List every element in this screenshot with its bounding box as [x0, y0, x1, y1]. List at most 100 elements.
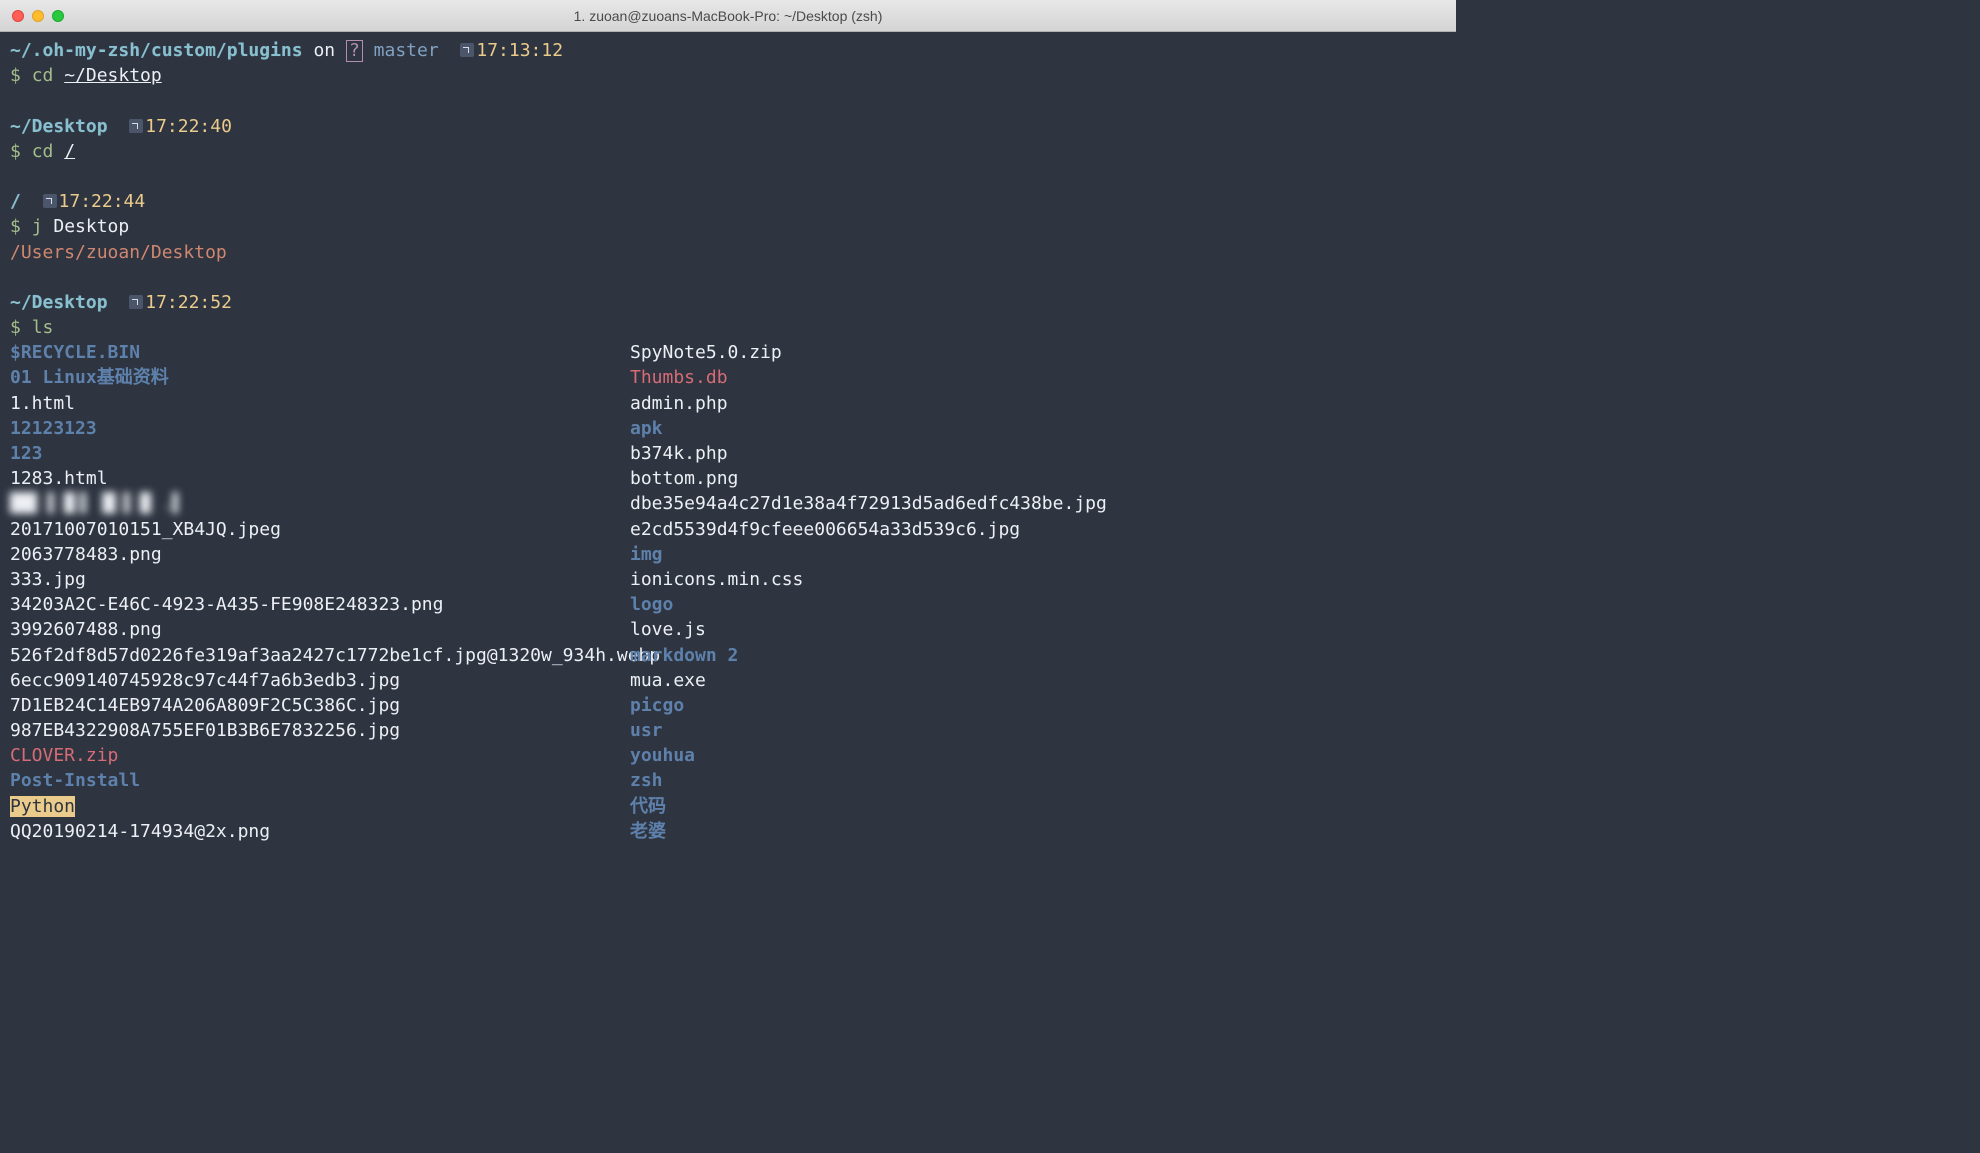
close-button[interactable] [12, 10, 24, 22]
file-name: ionicons.min.css [630, 569, 803, 590]
file-name: e2cd5539d4f9cfeee006654a33d539c6.jpg [630, 519, 1020, 540]
ls-entry: 01 Linux基础资料 [10, 365, 630, 390]
cwd-path: ~/Desktop [10, 292, 108, 313]
ls-entry: $RECYCLE.BIN [10, 340, 630, 365]
file-name: picgo [630, 695, 684, 716]
file-name: $RECYCLE.BIN [10, 342, 140, 363]
command: cd [32, 65, 65, 86]
prompt-line: ~/Desktop 17:22:40 [10, 114, 1446, 139]
timestamp: 17:22:52 [145, 292, 232, 313]
on-text: on [303, 40, 346, 61]
command: ls [32, 317, 54, 338]
file-name: 526f2df8d57d0226fe319af3aa2427c1772be1cf… [10, 645, 660, 666]
ls-entry: 7D1EB24C14EB974A206A809F2C5C386C.jpg [10, 693, 630, 718]
maximize-button[interactable] [52, 10, 64, 22]
ls-entry: dbe35e94a4c27d1e38a4f72913d5ad6edfc438be… [630, 491, 1446, 516]
command-output: /Users/zuoan/Desktop [10, 240, 1446, 265]
file-name: 20171007010151_XB4JQ.jpeg [10, 519, 281, 540]
file-name: mua.exe [630, 670, 706, 691]
file-name: apk [630, 418, 663, 439]
ls-entry: love.js [630, 617, 1446, 642]
ls-entry: 34203A2C-E46C-4923-A435-FE908E248323.png [10, 592, 630, 617]
file-name: 12123123 [10, 418, 97, 439]
cwd-path: ~/Desktop [10, 116, 108, 137]
command-line: $ ls [10, 315, 1446, 340]
branch-mark: ? [346, 40, 363, 62]
ls-entry: 老婆 [630, 819, 1446, 844]
titlebar: 1. zuoan@zuoans-MacBook-Pro: ~/Desktop (… [0, 0, 1456, 32]
file-name: 6ecc909140745928c97c44f7a6b3edb3.jpg [10, 670, 400, 691]
prompt-symbol: $ [10, 317, 32, 338]
terminal-content[interactable]: ~/.oh-my-zsh/custom/plugins on ? master … [0, 32, 1456, 850]
ls-entry: ██▌▐ █▐ ▐▊▐ █ .▌ [10, 491, 630, 516]
command-line: $ j Desktop [10, 214, 1446, 239]
ls-entry: Python [10, 794, 630, 819]
ls-entry: 6ecc909140745928c97c44f7a6b3edb3.jpg [10, 668, 630, 693]
file-name: Python [10, 796, 75, 817]
file-name: 7D1EB24C14EB974A206A809F2C5C386C.jpg [10, 695, 400, 716]
prompt-symbol: $ [10, 216, 32, 237]
ls-entry: usr [630, 718, 1446, 743]
ls-entry: 333.jpg [10, 567, 630, 592]
ls-entry: 987EB4322908A755EF01B3B6E7832256.jpg [10, 718, 630, 743]
file-name: 3992607488.png [10, 619, 162, 640]
ls-entry: logo [630, 592, 1446, 617]
file-name: b374k.php [630, 443, 728, 464]
file-name: markdown 2 [630, 645, 738, 666]
ls-entry: 20171007010151_XB4JQ.jpeg [10, 517, 630, 542]
ls-entry: 526f2df8d57d0226fe319af3aa2427c1772be1cf… [10, 643, 630, 668]
file-name: 34203A2C-E46C-4923-A435-FE908E248323.png [10, 594, 443, 615]
file-name: 987EB4322908A755EF01B3B6E7832256.jpg [10, 720, 400, 741]
file-name: QQ20190214-174934@2x.png [10, 821, 270, 842]
command: j [32, 216, 54, 237]
ls-entry: e2cd5539d4f9cfeee006654a33d539c6.jpg [630, 517, 1446, 542]
ls-entry: 12123123 [10, 416, 630, 441]
blank-line [10, 265, 1446, 290]
file-name: 123 [10, 443, 43, 464]
ls-entry: QQ20190214-174934@2x.png [10, 819, 630, 844]
file-name: 333.jpg [10, 569, 86, 590]
timestamp: 17:13:12 [476, 40, 563, 61]
branch-name: master [363, 40, 439, 61]
ls-entry: 1283.html [10, 466, 630, 491]
file-name: zsh [630, 770, 663, 791]
file-name: img [630, 544, 663, 565]
file-name: dbe35e94a4c27d1e38a4f72913d5ad6edfc438be… [630, 493, 1107, 514]
command-arg: / [64, 141, 75, 162]
ls-entry: apk [630, 416, 1446, 441]
file-name: 代码 [630, 796, 666, 817]
ls-output: $RECYCLE.BIN 01 Linux基础资料 1.html 12123123 12… [10, 340, 1446, 844]
file-name: bottom.png [630, 468, 738, 489]
ls-entry: Post-Install [10, 768, 630, 793]
prompt-symbol: $ [10, 141, 32, 162]
file-name: 1.html [10, 393, 75, 414]
ls-entry: 1.html [10, 391, 630, 416]
file-name: ██▌▐ █▐ ▐▊▐ █ .▌ [10, 491, 183, 516]
prompt-line: ~/.oh-my-zsh/custom/plugins on ? master … [10, 38, 1446, 63]
timestamp: 17:22:40 [145, 116, 232, 137]
ls-entry: img [630, 542, 1446, 567]
traffic-lights [0, 10, 64, 22]
command: cd [32, 141, 65, 162]
ls-entry: mua.exe [630, 668, 1446, 693]
cwd-path: / [10, 191, 21, 212]
file-name: love.js [630, 619, 706, 640]
minimize-button[interactable] [32, 10, 44, 22]
ls-entry: b374k.php [630, 441, 1446, 466]
file-name: 1283.html [10, 468, 108, 489]
clock-icon [460, 43, 474, 57]
window-title: 1. zuoan@zuoans-MacBook-Pro: ~/Desktop (… [574, 8, 883, 24]
ls-entry: bottom.png [630, 466, 1446, 491]
ls-entry: 3992607488.png [10, 617, 630, 642]
command-arg: ~/Desktop [64, 65, 162, 86]
file-name: CLOVER.zip [10, 745, 118, 766]
command-line: $ cd ~/Desktop [10, 63, 1446, 88]
ls-entry: 2063778483.png [10, 542, 630, 567]
cwd-path: ~/.oh-my-zsh/custom/plugins [10, 40, 303, 61]
ls-entry: CLOVER.zip [10, 743, 630, 768]
file-name: 01 Linux基础资料 [10, 367, 169, 388]
clock-icon [129, 295, 143, 309]
clock-icon [43, 194, 57, 208]
ls-entry: Thumbs.db [630, 365, 1446, 390]
clock-icon [129, 119, 143, 133]
